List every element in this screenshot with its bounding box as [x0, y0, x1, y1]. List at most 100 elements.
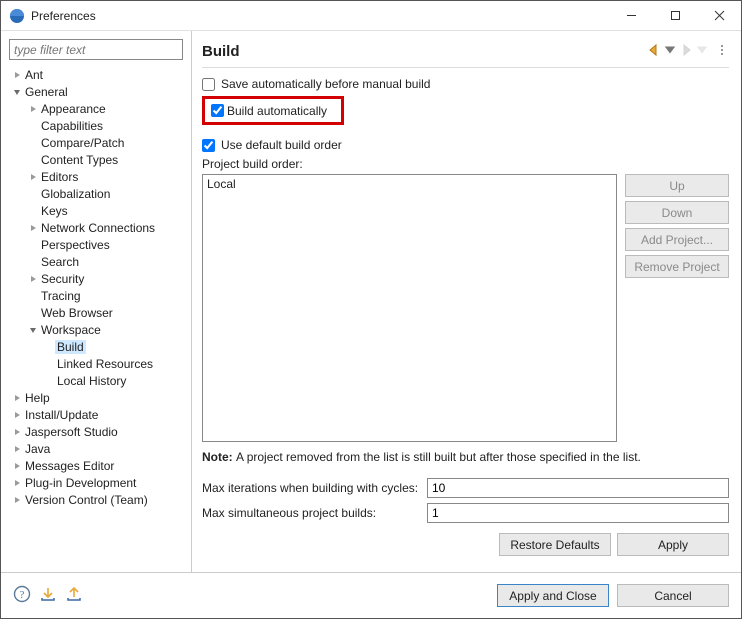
tree-item[interactable]: Version Control (Team) [5, 491, 187, 508]
tree-item[interactable]: Build [5, 338, 187, 355]
help-icon[interactable]: ? [13, 585, 31, 606]
titlebar: Preferences [1, 1, 741, 31]
spacer-icon [43, 341, 55, 353]
chevron-right-icon[interactable] [11, 409, 23, 421]
tree-item[interactable]: Plug-in Development [5, 474, 187, 491]
down-button[interactable]: Down [625, 201, 729, 224]
tree-item-label: Install/Update [23, 408, 100, 422]
max-iter-input[interactable] [427, 478, 729, 498]
build-auto-label[interactable]: Build automatically [227, 104, 327, 118]
tree-item[interactable]: Install/Update [5, 406, 187, 423]
tree-item[interactable]: Web Browser [5, 304, 187, 321]
chevron-right-icon[interactable] [11, 426, 23, 438]
use-default-order-label[interactable]: Use default build order [221, 138, 342, 152]
tree-item-label: Appearance [39, 102, 108, 116]
project-order-label: Project build order: [202, 157, 729, 171]
tree-item[interactable]: Keys [5, 202, 187, 219]
restore-defaults-button[interactable]: Restore Defaults [499, 533, 611, 556]
chevron-right-icon[interactable] [27, 273, 39, 285]
tree-item[interactable]: Content Types [5, 151, 187, 168]
list-item[interactable]: Local [207, 177, 612, 191]
export-icon[interactable] [65, 585, 83, 606]
filter-input[interactable] [9, 39, 183, 60]
page-title: Build [202, 43, 647, 60]
save-before-checkbox[interactable] [202, 78, 215, 91]
build-auto-highlight: Build automatically [202, 96, 344, 125]
tree-item-label: Content Types [39, 153, 120, 167]
tree-item[interactable]: Capabilities [5, 117, 187, 134]
tree-item[interactable]: Java [5, 440, 187, 457]
minimize-button[interactable] [609, 1, 653, 30]
project-order-list[interactable]: Local [202, 174, 617, 442]
spacer-icon [27, 307, 39, 319]
chevron-right-icon[interactable] [11, 460, 23, 472]
tree-item[interactable]: Workspace [5, 321, 187, 338]
tree-item[interactable]: Editors [5, 168, 187, 185]
tree-item[interactable]: Linked Resources [5, 355, 187, 372]
chevron-right-icon[interactable] [27, 222, 39, 234]
remove-project-button[interactable]: Remove Project [625, 255, 729, 278]
apply-button[interactable]: Apply [617, 533, 729, 556]
up-button[interactable]: Up [625, 174, 729, 197]
chevron-right-icon[interactable] [11, 477, 23, 489]
tree-item[interactable]: Local History [5, 372, 187, 389]
spacer-icon [27, 188, 39, 200]
tree-item[interactable]: Security [5, 270, 187, 287]
forward-icon[interactable] [679, 43, 693, 60]
import-icon[interactable] [39, 585, 57, 606]
tree-item[interactable]: Messages Editor [5, 457, 187, 474]
max-iter-label: Max iterations when building with cycles… [202, 481, 427, 495]
save-before-label[interactable]: Save automatically before manual build [221, 77, 430, 91]
preference-tree[interactable]: Ant General Appearance CapabilitiesCompare/… [5, 64, 187, 566]
spacer-icon [27, 256, 39, 268]
cancel-button[interactable]: Cancel [617, 584, 729, 607]
close-button[interactable] [697, 1, 741, 30]
tree-item-label: Build [55, 340, 86, 354]
tree-item[interactable]: General [5, 83, 187, 100]
tree-item[interactable]: Perspectives [5, 236, 187, 253]
back-menu-icon[interactable] [663, 43, 677, 60]
tree-item[interactable]: Globalization [5, 185, 187, 202]
back-icon[interactable] [647, 43, 661, 60]
tree-item-label: Capabilities [39, 119, 105, 133]
tree-item-label: Linked Resources [55, 357, 155, 371]
spacer-icon [27, 137, 39, 149]
tree-item-label: Messages Editor [23, 459, 116, 473]
tree-item-label: Java [23, 442, 52, 456]
chevron-right-icon[interactable] [11, 494, 23, 506]
footer: ? Apply and Close Cancel [1, 572, 741, 618]
tree-item-label: Search [39, 255, 81, 269]
tree-item[interactable]: Jaspersoft Studio [5, 423, 187, 440]
tree-item[interactable]: Help [5, 389, 187, 406]
chevron-right-icon[interactable] [27, 103, 39, 115]
tree-item[interactable]: Network Connections [5, 219, 187, 236]
tree-item[interactable]: Appearance [5, 100, 187, 117]
tree-item-label: Local History [55, 374, 128, 388]
chevron-right-icon[interactable] [11, 443, 23, 455]
content-pane: Build Save automatically before manual b… [192, 31, 741, 572]
chevron-down-icon[interactable] [27, 324, 39, 336]
tree-item-label: Plug-in Development [23, 476, 138, 490]
tree-item[interactable]: Tracing [5, 287, 187, 304]
tree-item-label: Perspectives [39, 238, 112, 252]
apply-and-close-button[interactable]: Apply and Close [497, 584, 609, 607]
chevron-right-icon[interactable] [11, 392, 23, 404]
view-menu-icon[interactable] [715, 43, 729, 60]
tree-item-label: General [23, 85, 70, 99]
spacer-icon [43, 375, 55, 387]
chevron-right-icon[interactable] [11, 69, 23, 81]
tree-item[interactable]: Compare/Patch [5, 134, 187, 151]
note-text: Note: A project removed from the list is… [202, 450, 729, 464]
tree-item-label: Workspace [39, 323, 103, 337]
add-project-button[interactable]: Add Project... [625, 228, 729, 251]
chevron-right-icon[interactable] [27, 171, 39, 183]
use-default-order-checkbox[interactable] [202, 139, 215, 152]
window-title: Preferences [31, 9, 609, 23]
forward-menu-icon[interactable] [695, 43, 709, 60]
tree-item[interactable]: Search [5, 253, 187, 270]
chevron-down-icon[interactable] [11, 86, 23, 98]
maximize-button[interactable] [653, 1, 697, 30]
max-sim-input[interactable] [427, 503, 729, 523]
tree-item[interactable]: Ant [5, 66, 187, 83]
build-auto-checkbox[interactable] [211, 104, 224, 117]
